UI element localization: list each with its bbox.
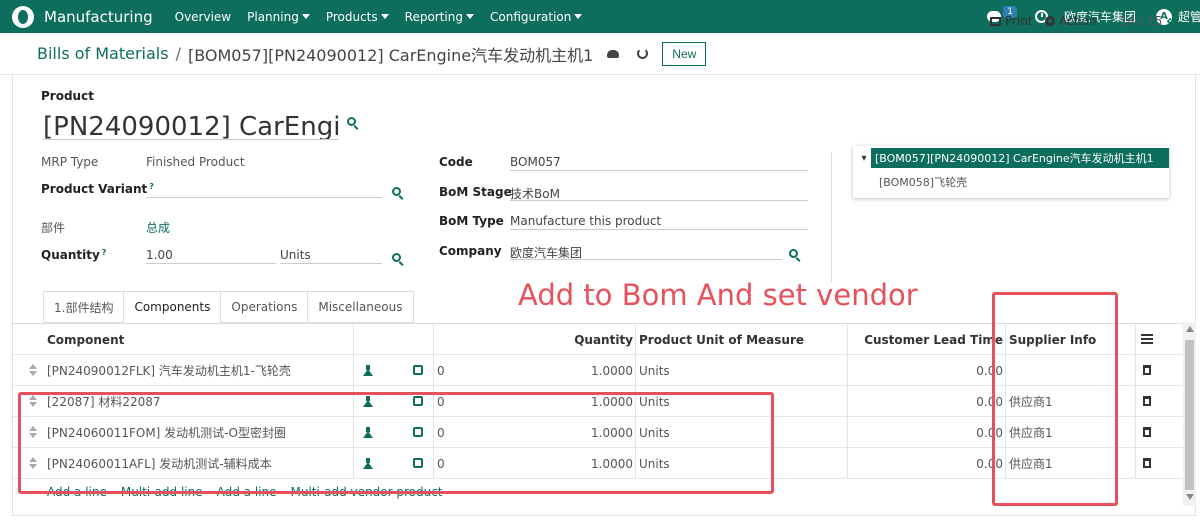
- scroll-down-icon[interactable]: [1186, 494, 1194, 500]
- row-component[interactable]: [PN24090012FLK] 汽车发动机主机1-飞轮壳: [47, 355, 291, 386]
- menu-products[interactable]: Products: [326, 10, 389, 24]
- company-input[interactable]: 欧度汽车集团: [510, 242, 782, 260]
- cloud-save-icon[interactable]: [607, 49, 620, 58]
- scroll-up-icon[interactable]: [1186, 326, 1194, 332]
- app-name[interactable]: Manufacturing: [44, 8, 153, 26]
- row-lead[interactable]: 0.00: [853, 448, 1003, 479]
- breadcrumb-bills-of-materials[interactable]: Bills of Materials: [37, 44, 169, 63]
- tree-node-root-label: [BOM057][PN24090012] CarEngine汽车发动机主机1: [875, 152, 1154, 165]
- pager-value[interactable]: 14 / 15: [1120, 14, 1162, 28]
- code-input[interactable]: BOM057: [510, 153, 808, 171]
- menu-configuration[interactable]: Configuration: [490, 9, 583, 24]
- row-lead[interactable]: 0.00: [853, 386, 1003, 417]
- tree-node-child[interactable]: [BOM058]飞轮壳: [879, 174, 967, 190]
- tab-operations[interactable]: Operations: [220, 291, 309, 323]
- variant-search-icon[interactable]: [392, 187, 401, 196]
- code-label: Code: [439, 155, 473, 169]
- tab-part-structure[interactable]: 1.部件结构: [43, 291, 125, 323]
- menu-planning-label: Planning: [247, 9, 299, 24]
- trash-icon[interactable]: [1143, 458, 1151, 468]
- header-lead-time[interactable]: Customer Lead Time: [853, 324, 1003, 355]
- print-button[interactable]: Print: [990, 14, 1033, 28]
- bom-stage-input[interactable]: 技术BoM: [510, 183, 808, 201]
- product-label: Product: [41, 89, 94, 103]
- action-button[interactable]: Action: [1045, 14, 1097, 28]
- uom-input[interactable]: Units: [280, 246, 382, 264]
- menu-reporting[interactable]: Reporting: [405, 10, 474, 24]
- annotation-box-supplier: [992, 292, 1118, 506]
- trash-icon[interactable]: [1143, 365, 1151, 375]
- tab-components[interactable]: Components: [123, 291, 222, 323]
- flask-icon[interactable]: [363, 365, 373, 376]
- caret-down-icon: [466, 14, 474, 19]
- vertical-scrollbar[interactable]: [1183, 322, 1196, 506]
- breadcrumb: Bills of Materials / [BOM057][PN24090012…: [37, 42, 593, 66]
- bom-type-input[interactable]: Manufacture this product: [510, 212, 808, 230]
- header-uom[interactable]: Product Unit of Measure: [639, 324, 804, 355]
- bom-tree: ▾ [BOM057][PN24090012] CarEngine汽车发动机主机1…: [853, 146, 1169, 198]
- column-settings-icon[interactable]: [1141, 334, 1153, 344]
- bom-stage-label: BoM Stage: [439, 185, 512, 199]
- trash-icon[interactable]: [1143, 396, 1151, 406]
- help-icon[interactable]: ?: [102, 248, 107, 257]
- row-lead[interactable]: 0.00: [853, 417, 1003, 448]
- scroll-thumb[interactable]: [1185, 340, 1194, 490]
- header-quantity[interactable]: Quantity: [573, 324, 633, 355]
- row-quantity[interactable]: 1.0000: [573, 355, 633, 386]
- print-icon: [990, 16, 1001, 26]
- product-search-icon[interactable]: [347, 117, 356, 126]
- chevron-down-icon[interactable]: ▾: [857, 148, 871, 168]
- trash-icon[interactable]: [1143, 427, 1151, 437]
- bom-type-label: BoM Type: [439, 214, 504, 228]
- breadcrumb-current: [BOM057][PN24090012] CarEngine汽车发动机主机1: [187, 45, 594, 65]
- gear-icon: [1045, 16, 1055, 26]
- company-search-icon[interactable]: [789, 249, 798, 258]
- quantity-label: Quantity?: [41, 248, 106, 262]
- row-num[interactable]: 0: [437, 355, 445, 386]
- menu-products-label: Products: [325, 9, 378, 24]
- parts-label: 部件: [41, 221, 66, 235]
- pager-next-button[interactable]: ›: [1186, 11, 1193, 30]
- action-label: Action: [1059, 14, 1097, 28]
- menu-configuration-label: Configuration: [490, 9, 572, 24]
- menu-planning[interactable]: Planning: [247, 10, 310, 24]
- quantity-input[interactable]: 1.00: [146, 246, 276, 264]
- app-logo-icon[interactable]: [12, 5, 34, 28]
- drag-handle-icon[interactable]: [29, 364, 37, 376]
- company-label: Company: [439, 244, 502, 258]
- breadcrumb-separator: /: [175, 44, 181, 63]
- copy-icon[interactable]: [413, 365, 423, 375]
- row-uom[interactable]: Units: [639, 355, 670, 386]
- new-button[interactable]: New: [662, 41, 707, 66]
- discard-icon[interactable]: [637, 48, 649, 59]
- annotation-text: Add to Bom And set vendor: [518, 278, 918, 312]
- uom-search-icon[interactable]: [392, 253, 401, 262]
- annotation-box-rows: [18, 392, 774, 494]
- caret-down-icon: [574, 14, 583, 19]
- product-variant-label: Product Variant?: [41, 182, 154, 196]
- tree-node-root[interactable]: ▾ [BOM057][PN24090012] CarEngine汽车发动机主机1: [857, 148, 1169, 168]
- mrp-type-value: Finished Product: [146, 155, 245, 169]
- mrp-type-label: MRP Type: [41, 155, 99, 169]
- notebook-tabs: 1.部件结构 Components Operations Miscellaneo…: [43, 291, 414, 323]
- pager-prev-button[interactable]: ‹: [1166, 11, 1173, 30]
- quantity-label-text: Quantity: [41, 248, 100, 262]
- divider: [831, 152, 832, 282]
- print-label: Print: [1005, 14, 1033, 28]
- row-lead[interactable]: 0.00: [853, 355, 1003, 386]
- menu-overview[interactable]: Overview: [175, 10, 232, 24]
- tab-miscellaneous[interactable]: Miscellaneous: [307, 291, 414, 323]
- caret-down-icon: [380, 14, 389, 19]
- control-panel: Bills of Materials / [BOM057][PN24090012…: [0, 33, 1200, 75]
- product-field[interactable]: [PN24090012] CarEngine汽车发动机主机1: [43, 106, 339, 140]
- parts-value: 总成: [146, 221, 171, 235]
- product-variant-label-text: Product Variant: [41, 182, 148, 196]
- caret-down-icon: [301, 14, 310, 19]
- menu-reporting-label: Reporting: [404, 9, 463, 24]
- product-variant-input[interactable]: [146, 180, 382, 198]
- header-component[interactable]: Component: [47, 324, 124, 355]
